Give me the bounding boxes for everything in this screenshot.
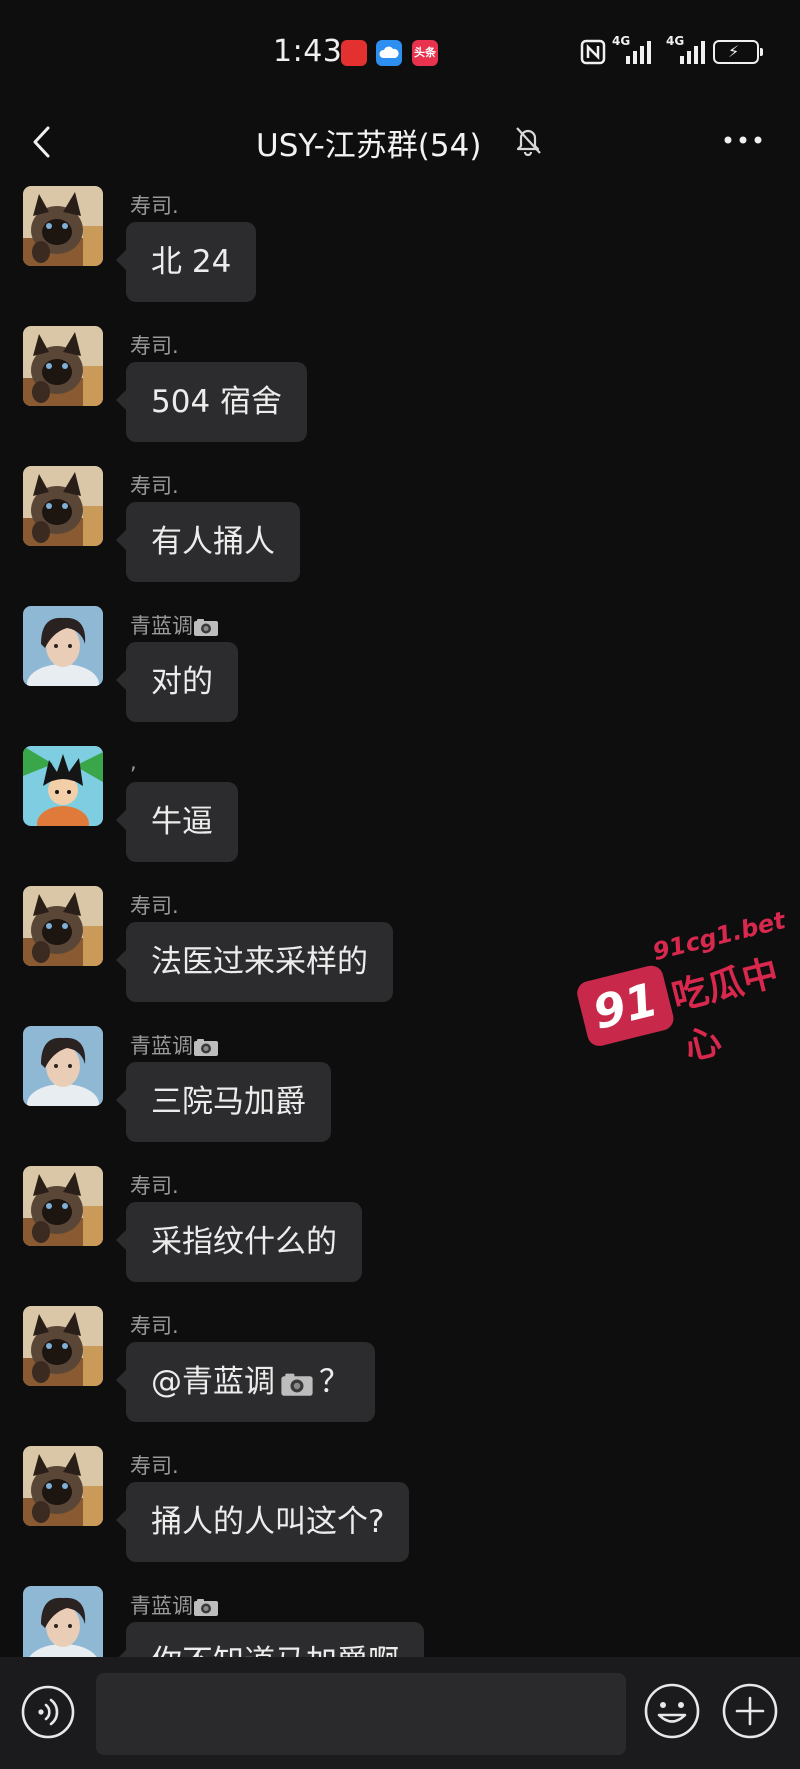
- camera-emoji-icon: [193, 1037, 219, 1057]
- sender-name: 青蓝调: [130, 1590, 219, 1620]
- avatar[interactable]: [23, 746, 103, 826]
- bell-off-icon: [516, 127, 541, 156]
- message-bubble[interactable]: @青蓝调 ？: [116, 1342, 375, 1422]
- nfc-icon: [580, 39, 606, 65]
- emoji-icon[interactable]: [643, 1682, 701, 1740]
- sender-name: 寿司.: [130, 194, 179, 218]
- avatar[interactable]: [23, 1586, 103, 1657]
- sender-name: 寿司.: [130, 334, 179, 358]
- sender-name: 寿司.: [130, 894, 179, 918]
- message-bubble[interactable]: 捅人的人叫这个?: [115, 1482, 410, 1562]
- message-bubble[interactable]: 采指纹什么的: [116, 1202, 362, 1282]
- avatar[interactable]: [23, 1166, 103, 1246]
- avatar[interactable]: [23, 186, 103, 266]
- sender-name: ,: [130, 750, 137, 774]
- message-bubble[interactable]: 504 宿舍: [115, 362, 308, 442]
- status-time: 1:43: [273, 34, 343, 69]
- avatar[interactable]: [23, 326, 103, 406]
- camera-emoji-icon: [193, 617, 219, 637]
- weather-notification-icon: [376, 40, 402, 66]
- sender-name: 寿司.: [130, 474, 179, 498]
- message-bubble[interactable]: 牛逼: [116, 782, 238, 862]
- status-bar: 1:43 头条 4G 4G ⚡: [0, 0, 800, 100]
- signal-icon-2: [680, 41, 705, 64]
- app-notification-icon: [341, 40, 367, 66]
- chat-title: USY-江苏群(54): [256, 128, 482, 164]
- camera-emoji-icon: [279, 1371, 315, 1397]
- more-options-icon[interactable]: [718, 120, 768, 160]
- message-bubble[interactable]: 三院马加爵: [116, 1062, 331, 1142]
- sender-name: 青蓝调: [130, 1030, 219, 1060]
- message-bubble[interactable]: 对的: [116, 642, 238, 722]
- avatar[interactable]: [23, 1446, 103, 1526]
- camera-emoji-icon: [193, 1597, 219, 1617]
- sender-name: 寿司.: [130, 1174, 179, 1198]
- message-suffix: ？: [319, 1364, 350, 1400]
- message-bubble[interactable]: 你不知道马加爵啊: [116, 1622, 424, 1657]
- news-notification-icon: 头条: [412, 40, 438, 66]
- input-bar: [0, 1657, 800, 1769]
- sender-name: 青蓝调: [130, 610, 219, 640]
- battery-icon: ⚡: [713, 40, 763, 64]
- avatar[interactable]: [23, 606, 103, 686]
- avatar[interactable]: [23, 466, 103, 546]
- chat-header: USY-江苏群(54): [0, 100, 800, 180]
- message-input[interactable]: [96, 1673, 626, 1755]
- message-bubble[interactable]: 法医过来采样的: [116, 922, 393, 1002]
- message-bubble[interactable]: 北 24: [115, 222, 257, 302]
- back-chevron-icon[interactable]: [26, 122, 58, 162]
- plus-icon[interactable]: [721, 1682, 779, 1740]
- sender-name: 寿司.: [130, 1454, 179, 1478]
- sender-name: 寿司.: [130, 1314, 179, 1338]
- watermark-badge: 91: [574, 963, 677, 1049]
- mention-text[interactable]: @青蓝调: [151, 1364, 275, 1400]
- avatar[interactable]: [23, 1306, 103, 1386]
- signal-icon-1: [626, 41, 651, 64]
- message-bubble[interactable]: 有人捅人: [116, 502, 300, 582]
- avatar[interactable]: [23, 1026, 103, 1106]
- voice-icon[interactable]: [20, 1684, 76, 1740]
- avatar[interactable]: [23, 886, 103, 966]
